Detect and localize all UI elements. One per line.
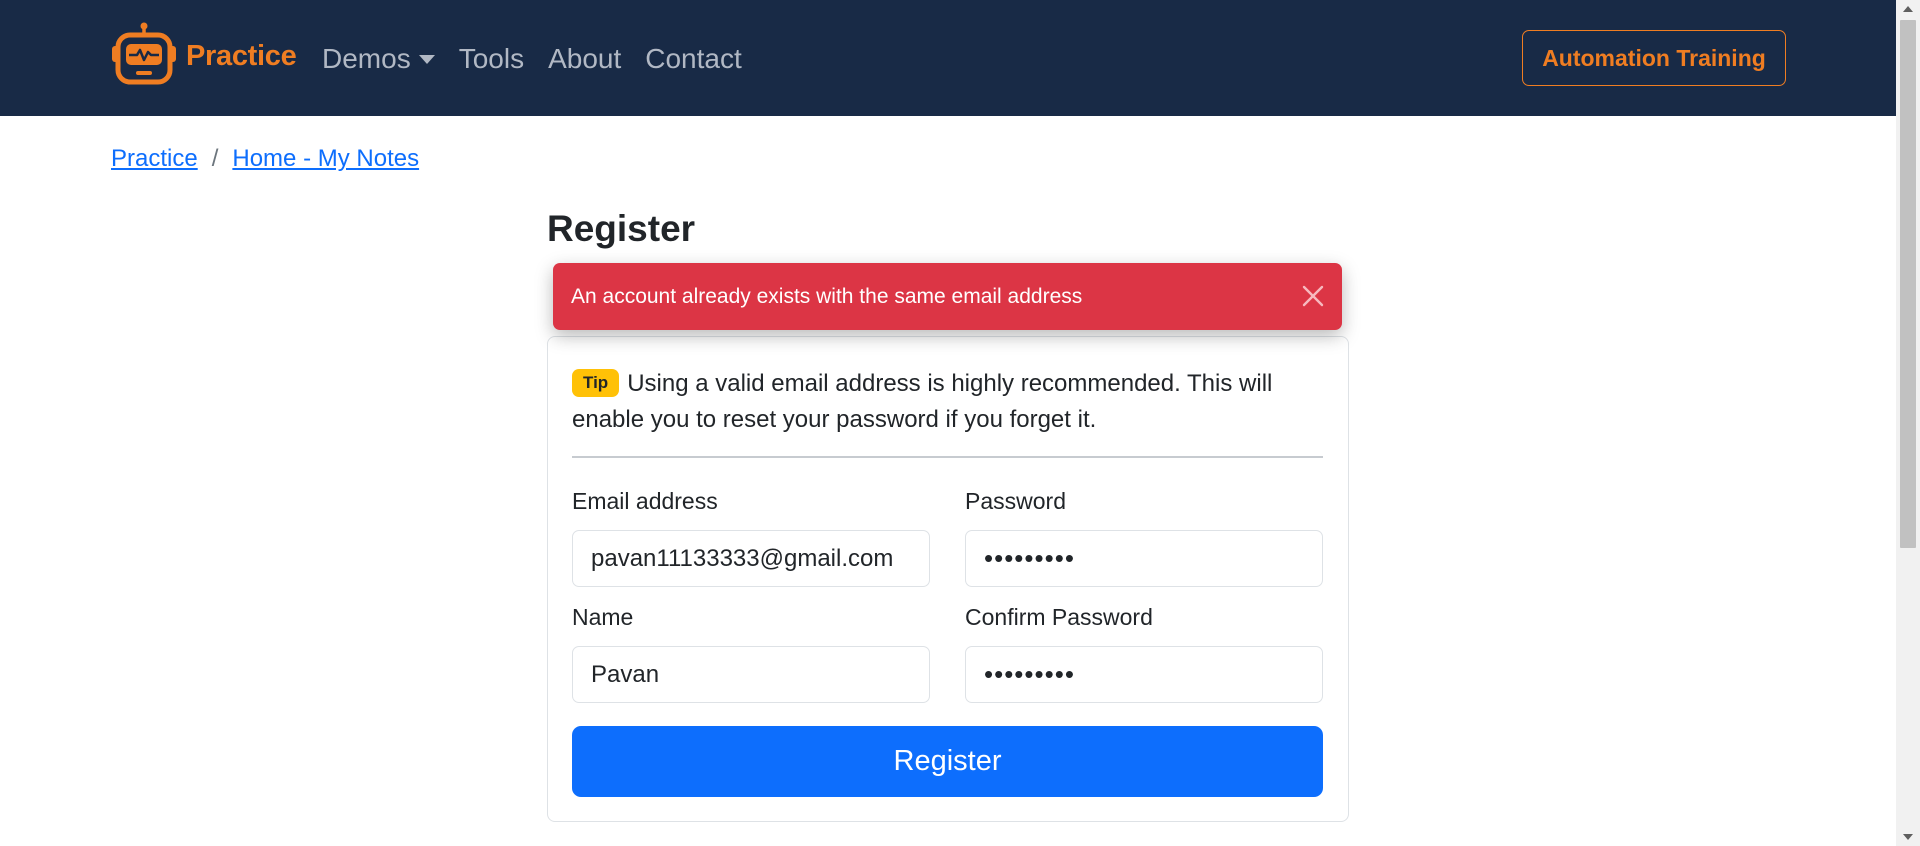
tip-badge: Tip xyxy=(572,369,620,397)
alert-message: An account already exists with the same … xyxy=(571,284,1083,308)
email-label: Email address xyxy=(572,488,718,514)
scroll-up-arrow-icon[interactable] xyxy=(1903,6,1913,12)
tip-paragraph: Tip Using a valid email address is highly… xyxy=(572,366,1282,438)
nav-about[interactable]: About xyxy=(548,37,621,81)
nav-tools[interactable]: Tools xyxy=(459,37,524,81)
breadcrumb-separator: / xyxy=(211,145,219,172)
confirm-password-label: Confirm Password xyxy=(965,604,1153,630)
divider xyxy=(572,456,1323,458)
scroll-thumb[interactable] xyxy=(1900,20,1916,548)
nav-contact[interactable]: Contact xyxy=(645,37,742,81)
password-field[interactable] xyxy=(965,530,1323,587)
nav-links: Demos Tools About Contact xyxy=(322,37,766,81)
breadcrumb: Practice / Home - My Notes xyxy=(111,145,419,173)
error-alert-toast: An account already exists with the same … xyxy=(553,263,1342,330)
name-field[interactable] xyxy=(572,646,930,703)
automation-training-button[interactable]: Automation Training xyxy=(1522,30,1786,86)
register-button[interactable]: Register xyxy=(572,726,1323,797)
name-label: Name xyxy=(572,604,634,630)
breadcrumb-home-link[interactable]: Home - My Notes xyxy=(232,145,419,173)
breadcrumb-practice-link[interactable]: Practice xyxy=(111,145,198,173)
brand-logo-link[interactable]: Practice xyxy=(108,22,297,90)
brand-name: Practice xyxy=(186,39,297,72)
page-scrollbar[interactable] xyxy=(1896,0,1920,846)
robot-logo-icon xyxy=(112,22,176,85)
scroll-down-arrow-icon[interactable] xyxy=(1903,834,1913,840)
caret-down-icon xyxy=(418,54,435,64)
nav-demos-label: Demos xyxy=(322,43,411,74)
close-icon[interactable] xyxy=(1298,281,1328,311)
password-label: Password xyxy=(965,488,1066,514)
email-field[interactable] xyxy=(572,530,930,587)
top-navbar: Practice Demos Tools About Contact Autom… xyxy=(0,0,1896,116)
nav-demos-dropdown[interactable]: Demos xyxy=(322,37,435,81)
tip-text: Using a valid email address is highly re… xyxy=(572,370,1273,433)
confirm-password-field[interactable] xyxy=(965,646,1323,703)
page-title: Register xyxy=(547,208,696,249)
